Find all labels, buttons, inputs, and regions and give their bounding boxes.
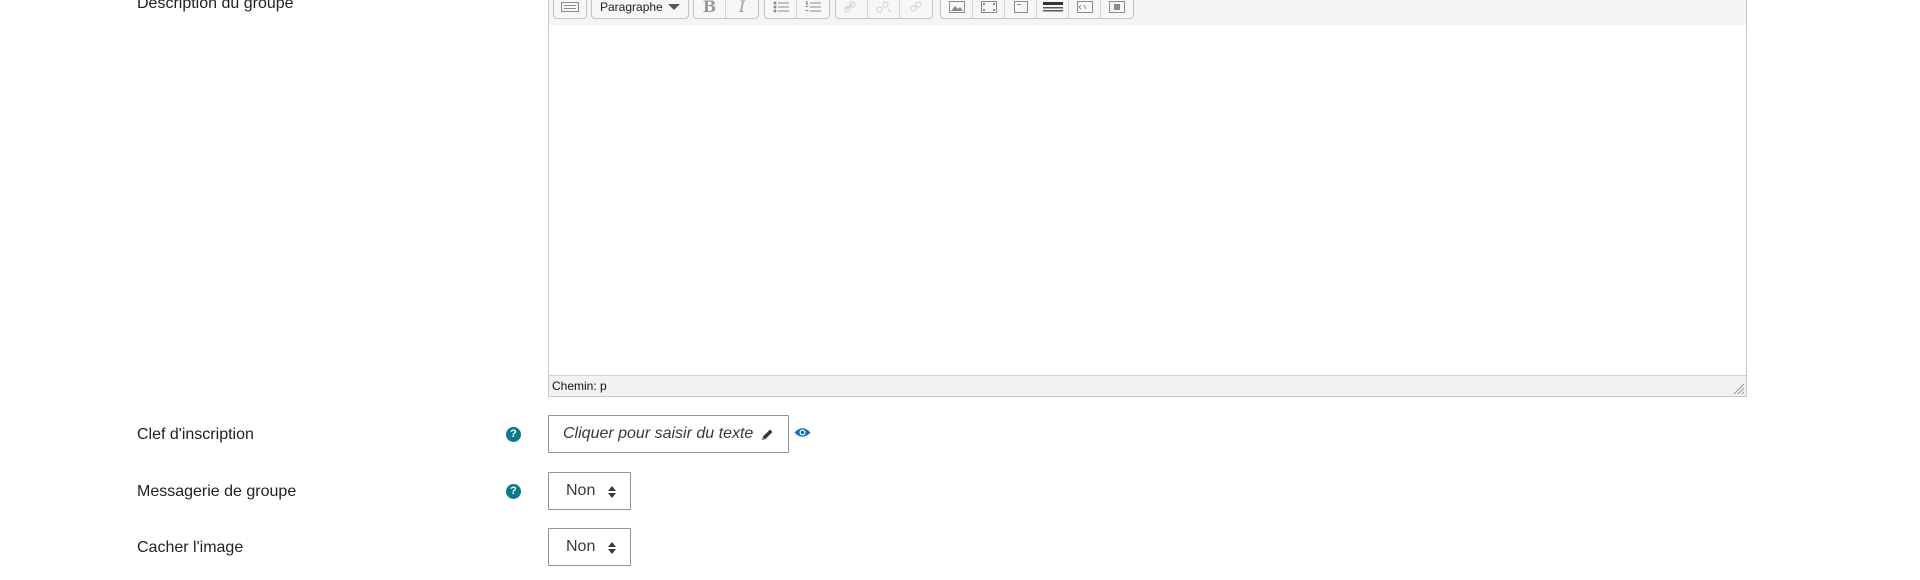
toolbar-group-lists [764, 0, 830, 19]
enrolment-key-value: Cliquer pour saisir du texte [563, 425, 754, 442]
description-label: Description du groupe [137, 0, 294, 12]
link-icon[interactable] [836, 0, 868, 18]
chevron-down-icon [668, 3, 680, 10]
hide-picture-select[interactable]: Non [548, 528, 631, 566]
record-video-icon[interactable] [1101, 0, 1133, 18]
updown-icon [608, 486, 616, 498]
editor-toolbar: Paragraphe B I [549, 0, 1746, 26]
enrolment-key-input[interactable]: Cliquer pour saisir du texte [548, 415, 789, 453]
editor-content-area[interactable] [549, 25, 1746, 370]
image-icon[interactable] [941, 0, 973, 18]
toolbar-group-insert [940, 0, 1134, 19]
unlink-icon[interactable] [868, 0, 900, 18]
manage-files-icon[interactable] [1005, 0, 1037, 18]
anchor-icon[interactable] [900, 0, 932, 18]
bullet-list-icon[interactable] [765, 0, 797, 18]
toolbar-group-font: B I [693, 0, 759, 19]
paragraph-select-label: Paragraphe [600, 0, 663, 14]
keyboard-icon[interactable] [554, 0, 586, 18]
html-icon[interactable] [1069, 0, 1101, 18]
hide-picture-label: Cacher l'image [137, 539, 244, 556]
numbered-list-icon[interactable] [797, 0, 829, 18]
help-icon[interactable]: ? [506, 427, 521, 442]
bold-icon[interactable]: B [694, 0, 726, 18]
toolbar-group-toggle [553, 0, 587, 19]
toolbar-group-style: Paragraphe [591, 0, 689, 19]
italic-icon[interactable]: I [726, 0, 758, 18]
special-char-icon[interactable] [1037, 0, 1069, 18]
editor-status-bar: Chemin: p [549, 375, 1746, 396]
toolbar-group-links [835, 0, 933, 19]
hide-picture-value: Non [566, 538, 596, 555]
pencil-icon [762, 429, 773, 440]
group-messaging-label: Messagerie de groupe [137, 483, 297, 500]
enrolment-key-label: Clef d'inscription [137, 426, 254, 443]
help-icon[interactable]: ? [506, 484, 521, 499]
eye-icon[interactable] [794, 427, 811, 438]
updown-icon [608, 542, 616, 554]
group-messaging-select[interactable]: Non [548, 472, 631, 510]
editor-path: Chemin: p [552, 379, 607, 393]
description-editor: Paragraphe B I Chemin: p [548, 0, 1747, 397]
media-icon[interactable] [973, 0, 1005, 18]
group-messaging-value: Non [566, 482, 596, 499]
paragraph-select[interactable]: Paragraphe [592, 0, 688, 18]
resize-handle-icon[interactable] [1732, 382, 1744, 394]
